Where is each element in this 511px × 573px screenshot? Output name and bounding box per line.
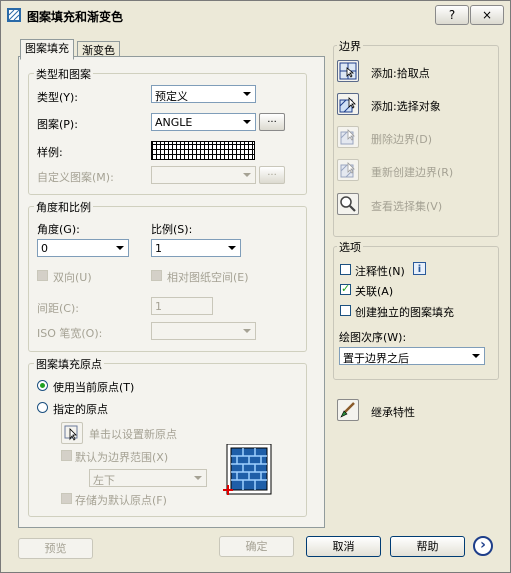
remove-boundary-button[interactable] [337,126,359,148]
iso-pen-select[interactable] [151,322,256,340]
paintbrush-icon [340,402,355,418]
chevron-down-icon [469,349,483,363]
inherit-properties-button[interactable] [337,399,359,421]
specified-origin-label: 指定的原点 [53,403,108,416]
use-current-origin-radio[interactable] [37,380,48,391]
remove-boundary-icon [340,129,355,145]
spacing-input[interactable]: 1 [151,297,213,315]
scale-select[interactable]: 1 [151,239,241,257]
recreate-boundary-button[interactable] [337,159,359,181]
select-objects-icon [339,97,356,113]
view-selection-label: 查看选择集(V) [371,200,443,213]
info-icon[interactable]: i [413,262,426,275]
chevron-down-icon [191,471,205,485]
magnifier-icon [340,196,356,212]
brick-pattern-preview-icon [223,444,272,495]
add-pick-point-button[interactable] [337,60,359,82]
origin-group-label: 图案填充原点 [34,356,104,372]
pattern-browse-button[interactable]: ... [259,113,285,131]
angle-scale-group-label: 角度和比例 [34,199,93,215]
type-label: 类型(Y): [37,91,79,104]
cursor-pick-icon [64,425,78,441]
custom-pattern-browse-button[interactable]: ... [259,166,285,184]
default-extent-checkbox[interactable] [61,450,72,461]
click-set-origin-button[interactable] [61,422,83,444]
chevron-down-icon [113,241,127,255]
annotative-checkbox[interactable] [340,264,351,275]
double-label: 双向(U) [53,271,92,284]
add-select-objects-button[interactable] [337,93,359,115]
click-set-origin-label: 单击以设置新原点 [89,428,177,441]
more-options-button[interactable]: › [473,536,493,556]
separate-hatches-checkbox[interactable] [340,305,351,316]
double-checkbox[interactable] [37,270,48,281]
boundary-group-label: 边界 [337,38,363,54]
annotative-label: 注释性(N) [355,265,405,278]
type-pattern-group-label: 类型和图案 [34,66,93,82]
app-icon [7,8,21,22]
angle-label: 角度(G): [37,223,80,236]
help-button[interactable]: 帮助 [390,536,465,557]
hatch-dialog: 图案填充和渐变色 ? × 图案填充 渐变色 类型和图案 类型(Y): 预定义 图… [0,0,511,573]
chevron-down-icon [240,87,254,101]
associative-checkbox[interactable] [340,282,351,295]
view-selection-button[interactable] [337,193,359,215]
relative-paper-checkbox[interactable] [151,270,162,281]
relative-paper-label: 相对图纸空间(E) [167,271,249,284]
scale-label: 比例(S): [151,223,193,236]
help-title-button[interactable]: ? [435,5,469,25]
pattern-select[interactable]: ANGLE [151,113,256,131]
draw-order-label: 绘图次序(W): [339,331,407,344]
custom-pattern-select[interactable] [151,166,256,184]
separate-hatches-label: 创建独立的图案填充 [355,306,454,319]
specified-origin-radio[interactable] [37,402,48,413]
iso-pen-label: ISO 笔宽(O): [37,327,103,340]
chevron-down-icon [240,168,254,182]
default-extent-label: 默认为边界范围(X) [75,451,169,464]
draw-order-select[interactable]: 置于边界之后 [339,347,485,365]
recreate-boundary-icon [340,162,355,178]
remove-boundary-label: 删除边界(D) [371,133,433,146]
chevron-down-icon [240,115,254,129]
extent-position-select[interactable]: 左下 [89,469,207,487]
custom-pattern-label: 自定义图案(M): [37,171,114,184]
type-select[interactable]: 预定义 [151,85,256,103]
preview-button[interactable]: 预览 [18,538,93,559]
sample-label: 样例: [37,146,63,159]
cancel-button[interactable]: 取消 [306,536,381,557]
tab-hatch[interactable]: 图案填充 [20,39,74,60]
chevron-down-icon [225,241,239,255]
options-group-label: 选项 [337,239,363,255]
store-default-origin-label: 存储为默认原点(F) [75,494,167,507]
pick-point-icon [339,62,357,80]
store-default-origin-checkbox[interactable] [61,493,72,504]
chevron-down-icon [240,324,254,338]
close-button[interactable]: × [470,5,504,25]
title-bar: 图案填充和渐变色 ? × [1,1,510,29]
ok-button[interactable]: 确定 [219,536,294,557]
angle-select[interactable]: 0 [37,239,129,257]
window-title: 图案填充和渐变色 [27,10,124,24]
associative-label: 关联(A) [355,285,394,298]
inherit-properties-label: 继承特性 [371,406,415,419]
add-pick-point-label: 添加:拾取点 [371,67,430,80]
pattern-label: 图案(P): [37,118,78,131]
add-select-objects-label: 添加:选择对象 [371,100,441,113]
spacing-label: 间距(C): [37,302,79,315]
recreate-boundary-label: 重新创建边界(R) [371,166,454,179]
pattern-sample-swatch[interactable] [151,141,255,160]
use-current-origin-label: 使用当前原点(T) [53,381,135,394]
